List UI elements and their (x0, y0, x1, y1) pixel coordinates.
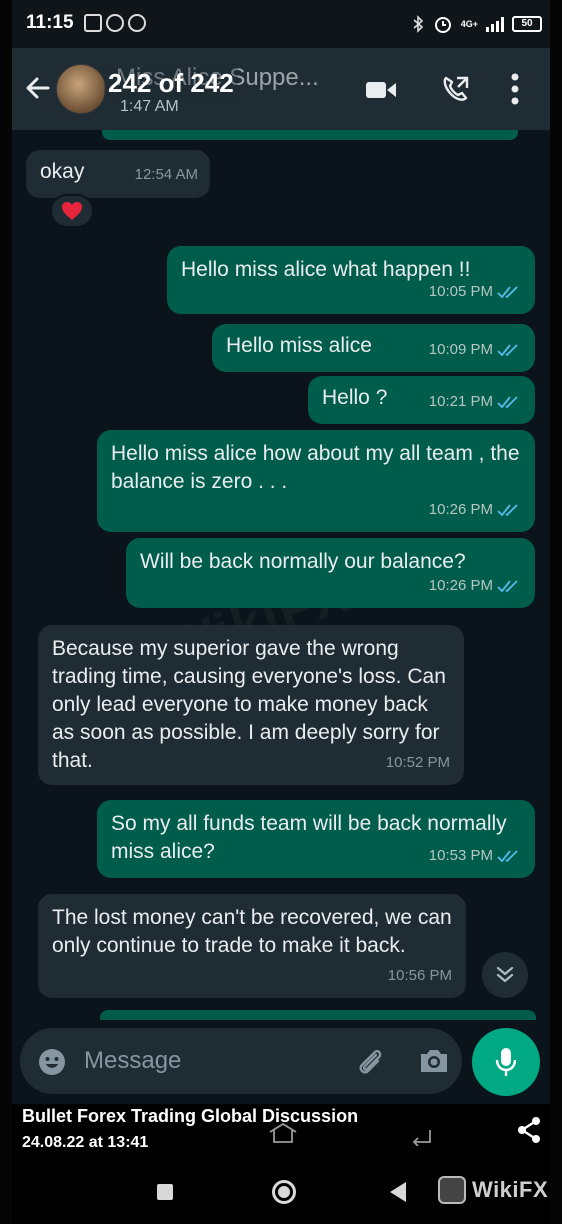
attach-icon[interactable] (354, 1046, 386, 1078)
back-button[interactable] (390, 1182, 406, 1202)
caption-date: 24.08.22 at 13:41 (22, 1134, 149, 1151)
system-navigation-bar: WikiFX (12, 1160, 550, 1224)
notification-icons (84, 14, 146, 32)
message-outgoing[interactable]: Will be back normally our balance? 10:26… (126, 538, 535, 608)
message-outgoing[interactable]: Hello miss alice what happen !! 10:05 PM (167, 246, 535, 314)
message-outgoing[interactable]: Hello miss alice how about my all team ,… (97, 430, 535, 532)
chevron-double-down-icon (496, 966, 514, 983)
notification-icon (128, 14, 146, 32)
voice-call-icon[interactable] (440, 74, 470, 104)
message-time: 10:05 PM (428, 283, 493, 300)
message-outgoing[interactable]: Hello miss alice 10:09 PM (212, 324, 535, 372)
image-caption: Bullet Forex Trading Global Discussion 2… (12, 1104, 550, 1160)
message-outgoing[interactable]: So my all funds team will be back normal… (97, 800, 535, 878)
message-incoming[interactable]: The lost money can't be recovered, we ca… (38, 894, 466, 998)
alarm-icon (434, 17, 451, 33)
more-options-icon[interactable] (510, 72, 520, 106)
status-right: 4G+ 50 (411, 14, 542, 34)
message-text: The lost money can't be recovered, we ca… (52, 906, 452, 957)
message-meta: 10:26 PM (429, 496, 521, 524)
signal-icon (486, 16, 504, 32)
video-call-icon[interactable] (365, 79, 397, 101)
scroll-to-bottom-button[interactable] (482, 952, 528, 998)
message-time: 10:21 PM (428, 393, 493, 410)
read-ticks-icon (497, 850, 518, 863)
back-arrow-icon[interactable] (24, 74, 52, 102)
battery-icon: 50 (512, 16, 542, 32)
message-incoming[interactable]: Because my superior gave the wrong tradi… (38, 625, 464, 785)
message-composer (20, 1028, 462, 1094)
heart-icon (62, 202, 82, 220)
message-bubble-partial (102, 130, 518, 140)
read-ticks-icon (497, 580, 518, 593)
message-meta: 10:05 PM (429, 278, 521, 306)
camera-icon[interactable] (418, 1046, 450, 1076)
message-time: 10:26 PM (428, 577, 493, 594)
message-text: Hello miss alice how about my all team ,… (111, 442, 520, 493)
message-time: 10:26 PM (428, 501, 493, 518)
message-time: 10:52 PM (385, 754, 450, 771)
read-ticks-icon (497, 286, 518, 299)
chat-messages[interactable]: WikiFX okay 12:54 AM Hello miss alice wh… (12, 130, 550, 1024)
recent-apps-button[interactable] (157, 1184, 173, 1200)
message-outgoing[interactable]: Hello ? 10:21 PM (308, 376, 535, 424)
home-outline-icon (269, 1122, 297, 1143)
read-ticks-icon (497, 344, 518, 357)
network-type: 4G+ (460, 19, 478, 29)
voice-record-button[interactable] (472, 1028, 540, 1096)
message-time: 10:53 PM (428, 847, 493, 864)
phone-frame: 11:15 4G+ 50 Miss Alice Suppe... 242 of … (0, 0, 562, 1224)
last-seen-status: 1:47 AM (120, 98, 179, 115)
message-time: 10:09 PM (428, 341, 493, 358)
screen: 11:15 4G+ 50 Miss Alice Suppe... 242 of … (12, 0, 550, 1224)
caption-title: Bullet Forex Trading Global Discussion (22, 1106, 359, 1126)
message-meta: 10:09 PM (429, 336, 521, 364)
wikifx-logo-icon (438, 1176, 466, 1204)
message-reaction[interactable] (50, 194, 94, 228)
message-meta: 10:52 PM (386, 749, 450, 777)
status-bar: 11:15 4G+ 50 (12, 0, 550, 48)
message-meta: 10:56 PM (388, 962, 452, 990)
search-result-counter: 242 of 242 (104, 68, 238, 99)
status-time: 11:15 (26, 12, 74, 33)
microphone-icon (495, 1048, 517, 1076)
avatar[interactable] (56, 64, 106, 114)
read-ticks-icon (497, 396, 518, 409)
brand-text: WikiFX (472, 1177, 549, 1202)
message-meta: 10:26 PM (429, 572, 521, 600)
share-icon[interactable] (516, 1116, 542, 1144)
notification-icon (84, 14, 102, 32)
emoji-icon[interactable] (38, 1048, 66, 1076)
bluetooth-icon (413, 15, 423, 33)
chat-header: Miss Alice Suppe... 242 of 242 1:47 AM (12, 48, 550, 130)
message-incoming[interactable]: okay 12:54 AM (26, 150, 210, 198)
brand-watermark: WikiFX (438, 1176, 548, 1204)
home-button[interactable] (272, 1180, 296, 1204)
notification-icon (106, 14, 124, 32)
message-time: 12:54 AM (134, 166, 198, 183)
message-meta: 10:53 PM (429, 842, 521, 870)
message-meta: 12:54 AM (135, 161, 198, 189)
message-meta: 10:21 PM (429, 388, 521, 416)
return-icon (412, 1130, 431, 1146)
message-time: 10:56 PM (387, 967, 452, 984)
message-input[interactable] (84, 1046, 324, 1076)
composer (12, 1020, 550, 1104)
read-ticks-icon (497, 504, 518, 517)
